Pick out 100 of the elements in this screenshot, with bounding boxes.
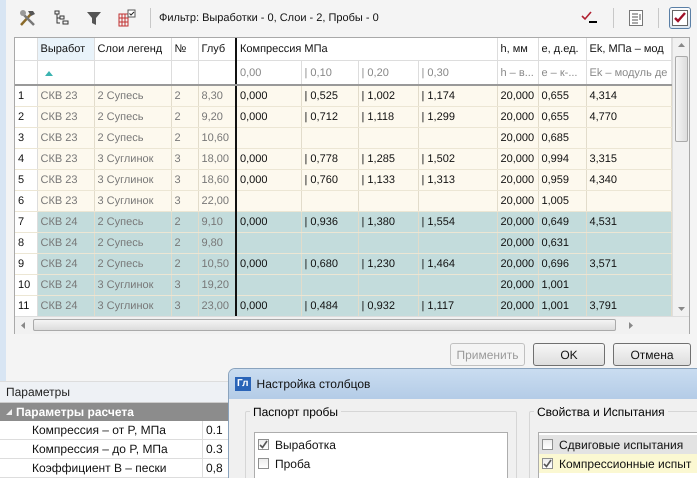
list-item[interactable]: Сдвиговые испытания [539, 435, 697, 454]
column-group-header[interactable]: Компрессия МПа [240, 43, 328, 56]
checkbox[interactable] [542, 439, 553, 450]
column-subheader[interactable]: h – в... [500, 66, 534, 79]
table-cell: 2 [174, 216, 181, 228]
table-cell: | 0,778 [304, 153, 338, 166]
table-cell: 4,770 [590, 111, 618, 124]
column-settings-icon[interactable] [118, 8, 136, 27]
table-cell: 20,000 [500, 90, 534, 102]
table-cell: | 0,760 [304, 174, 338, 186]
column-subheader[interactable]: | 0,30 [422, 66, 449, 79]
table-cell: | 1,380 [362, 216, 395, 228]
property-name: Компрессия – от P, МПа [0, 421, 203, 439]
table-row[interactable]: 3 СКВ 23 2 Супесь 2 10,60 20,000 0,685 [15, 128, 671, 149]
table-cell: 8,30 [202, 90, 223, 102]
scroll-left-icon[interactable] [21, 322, 25, 330]
scrollbar-thumb[interactable] [674, 56, 688, 142]
table-cell: | 0,712 [304, 111, 338, 124]
scroll-up-icon[interactable] [678, 43, 684, 48]
table-cell: СКВ 23 [40, 132, 78, 144]
table-cell: 20,000 [500, 300, 534, 312]
checkbox[interactable] [258, 458, 269, 469]
table-cell: 10,60 [202, 132, 230, 144]
table-row[interactable]: 1 СКВ 23 2 Супесь 2 8,30 0,000 | 0,525 | 1,002 | 1,174 20,000 0,655 4,314 [15, 85, 671, 107]
column-header[interactable]: Слои легенд [98, 43, 162, 56]
table-cell: 20,000 [500, 258, 534, 270]
table-cell: 0,000 [240, 111, 268, 124]
list-item[interactable]: Компрессионные испыт [539, 454, 697, 473]
table-cell: 0,649 [542, 216, 570, 228]
table-row[interactable]: 5 СКВ 23 3 Суглинок 3 18,60 0,000 | 0,760 | 1,133 | 1,313 20,000 0,959 4,340 [15, 170, 671, 191]
column-subheader[interactable]: | 0,10 [304, 66, 332, 79]
table-cell: | 1,299 [422, 111, 455, 124]
table-row[interactable]: 11 СКВ 24 3 Суглинок 3 23,00 0,000 | 0,484 | 0,932 | 1,117 20,000 1,001 3,791 [15, 296, 671, 317]
column-header[interactable]: h, мм [500, 43, 528, 56]
checkbox[interactable] [258, 439, 269, 450]
document-list-icon[interactable] [628, 8, 644, 27]
table-cell: СКВ 23 [40, 90, 78, 102]
sort-arrow-icon[interactable] [44, 70, 52, 76]
column-subheader[interactable]: е – к-... [542, 66, 578, 79]
property-name: Коэффициент B – пески [0, 459, 203, 477]
column-header[interactable]: Глуб [202, 43, 226, 56]
table-cell: 20,000 [500, 279, 534, 292]
row-number: 4 [18, 153, 24, 166]
app-icon: Гл [235, 377, 251, 391]
table-cell: 0,959 [542, 174, 570, 186]
table-cell: 20,000 [500, 216, 534, 228]
table-cell: 1,005 [542, 195, 570, 208]
checkbox-toggle-button[interactable] [669, 6, 691, 29]
table-cell: 18,00 [202, 153, 230, 166]
table-cell: | 1,002 [362, 90, 395, 102]
column-subheader[interactable]: | 0,20 [362, 66, 389, 79]
table-cell: 3 [174, 300, 181, 312]
filter-icon[interactable] [86, 10, 102, 26]
list-item[interactable]: Выработка [255, 435, 507, 454]
property-value[interactable]: 0.1 [203, 421, 223, 439]
column-header[interactable]: е, д.ед. [542, 43, 579, 56]
list-item[interactable]: Проба [255, 454, 507, 473]
dialog-title: Настройка столбцов [256, 377, 370, 391]
table-cell: 3 Суглинок [98, 195, 154, 208]
table-cell: 2 Супесь [98, 258, 144, 270]
table-cell: 23,00 [202, 300, 230, 312]
column-subheader[interactable]: Ek – модуль де [590, 66, 668, 79]
dialog-button[interactable]: OK [533, 343, 605, 366]
scrollbar-thumb[interactable] [33, 319, 616, 332]
property-value[interactable]: 0,8 [203, 459, 223, 477]
column-header[interactable]: № [174, 43, 186, 56]
table-cell: 9,80 [202, 237, 223, 250]
item-label: Сдвиговые испытания [559, 438, 684, 452]
table-cell: | 1,502 [422, 153, 455, 166]
group-title: Паспорт пробы [250, 405, 342, 419]
table-row[interactable]: 4 СКВ 23 3 Суглинок 3 18,00 0,000 | 0,778 | 1,285 | 1,502 20,000 0,994 3,315 [15, 148, 671, 170]
table-row[interactable]: 10 СКВ 24 3 Суглинок 3 19,20 20,000 1,001 [15, 274, 671, 296]
scroll-right-icon[interactable] [629, 322, 633, 330]
column-header[interactable]: Ek, МПа – мод [590, 43, 664, 56]
tree-icon[interactable] [54, 10, 70, 26]
table-cell: 2 Супесь [98, 216, 144, 228]
table-row[interactable]: 7 СКВ 24 2 Супесь 2 9,10 0,000 | 0,936 | 1,380 | 1,554 20,000 0,649 4,531 [15, 212, 671, 233]
table-cell: 0,994 [542, 153, 570, 166]
checkbox[interactable] [542, 458, 553, 469]
table-cell: 2 Супесь [98, 237, 144, 250]
property-value[interactable]: 0.3 [203, 440, 223, 458]
table-row[interactable]: 9 СКВ 24 2 Супесь 2 10,50 0,000 | 0,680 | 1,230 | 1,464 20,000 0,696 3,571 [15, 254, 671, 275]
dialog-button[interactable]: Отмена [613, 343, 691, 366]
tools-icon[interactable] [18, 8, 38, 27]
table-row[interactable]: 8 СКВ 24 2 Супесь 2 9,80 20,000 0,631 [15, 232, 671, 254]
column-subheader[interactable]: 0,00 [240, 66, 262, 79]
table-cell: 0,000 [240, 90, 268, 102]
expand-arrow-icon[interactable] [6, 409, 12, 415]
table-cell: 2 [174, 237, 181, 250]
table-cell: 2 [174, 132, 181, 144]
table-row[interactable]: 6 СКВ 23 3 Суглинок 3 22,00 20,000 1,005 [15, 190, 671, 212]
table-cell: 9,20 [202, 111, 223, 124]
row-number: 2 [18, 111, 24, 124]
table-row[interactable]: 2 СКВ 23 2 Супесь 2 9,20 0,000 | 0,712 | 1,118 | 1,299 20,000 0,655 4,770 [15, 106, 671, 128]
table-cell: | 0,484 [304, 300, 338, 312]
check-dash-icon[interactable] [581, 10, 599, 26]
scroll-down-icon[interactable] [678, 307, 684, 312]
table-cell: 20,000 [500, 132, 534, 144]
table-cell: 2 [174, 111, 181, 124]
table-cell: 2 Супесь [98, 132, 144, 144]
